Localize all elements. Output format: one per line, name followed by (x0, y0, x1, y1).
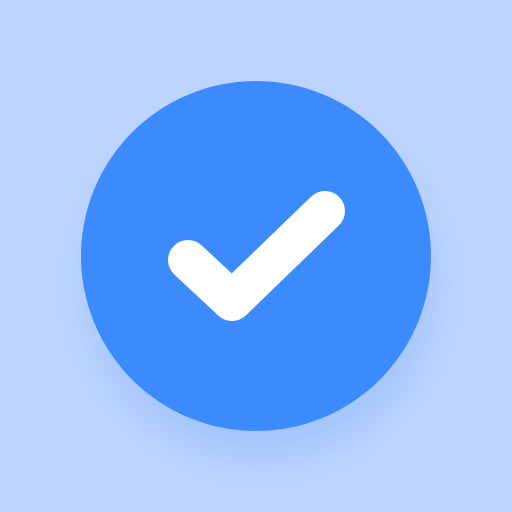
icon-canvas (0, 0, 512, 512)
checkmark-icon (168, 191, 345, 321)
